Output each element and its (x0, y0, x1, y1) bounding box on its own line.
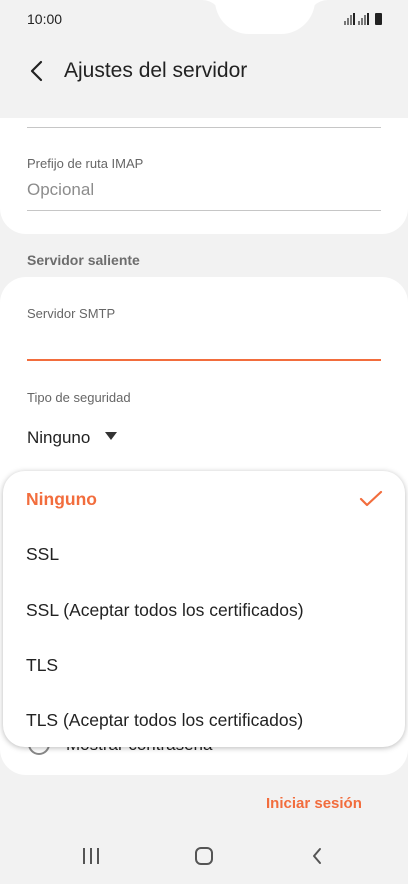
security-type-label: Tipo de seguridad (27, 390, 131, 405)
dropdown-option-ninguno[interactable]: Ninguno (26, 489, 97, 510)
imap-prefix-label: Prefijo de ruta IMAP (27, 156, 144, 171)
status-bar: 10:00 (0, 0, 408, 40)
smtp-input-underline-focused (27, 359, 381, 361)
signal-icon (344, 13, 355, 25)
imap-prefix-input[interactable]: Opcional (27, 180, 94, 200)
status-time: 10:00 (27, 11, 63, 27)
recent-apps-icon[interactable] (83, 848, 99, 864)
home-icon[interactable] (195, 847, 213, 865)
camera-notch (215, 0, 315, 34)
dropdown-option-tls[interactable]: TLS (26, 655, 58, 676)
security-type-select[interactable]: Ninguno (27, 428, 90, 448)
back-arrow-icon[interactable] (28, 60, 46, 82)
status-icons (344, 11, 382, 25)
incoming-settings-card (0, 118, 408, 234)
field-underline (27, 127, 381, 128)
dropdown-arrow-icon[interactable] (105, 432, 117, 440)
signal-icon (358, 13, 369, 25)
dropdown-option-ssl[interactable]: SSL (26, 544, 59, 565)
section-title-outgoing: Servidor saliente (27, 252, 140, 268)
dropdown-option-ssl-all-certs[interactable]: SSL (Aceptar todos los certificados) (26, 600, 304, 621)
login-button[interactable]: Iniciar sesión (266, 795, 362, 812)
page-title: Ajustes del servidor (64, 59, 248, 82)
smtp-server-label: Servidor SMTP (27, 306, 116, 321)
field-underline (27, 210, 381, 211)
checkmark-icon (359, 490, 383, 507)
nav-back-icon[interactable] (311, 847, 323, 865)
battery-icon (375, 13, 382, 25)
dropdown-option-tls-all-certs[interactable]: TLS (Aceptar todos los certificados) (26, 710, 303, 731)
